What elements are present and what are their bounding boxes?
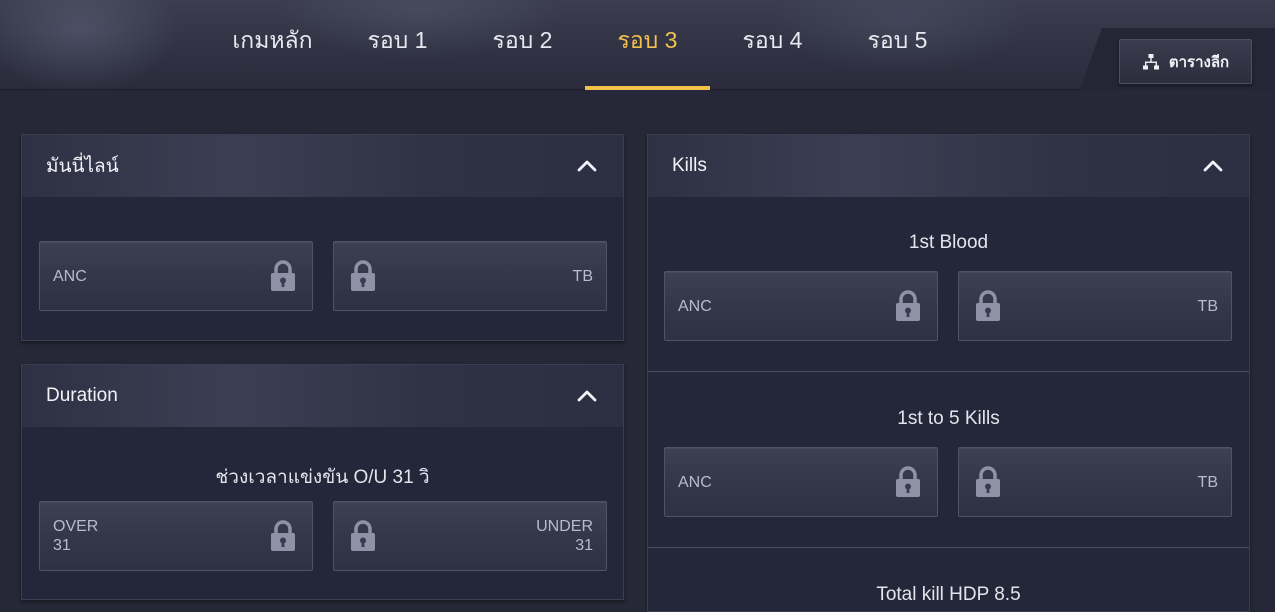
header-bar: เกมหลัก รอบ 1 รอบ 2 รอบ 3 รอบ 4 รอบ 5 ตา… [0, 0, 1275, 90]
lock-icon [349, 520, 377, 552]
kills-panel: Kills 1st Blood ANC TB 1st to 5 Kills AN… [647, 134, 1250, 612]
tab-label: รอบ 5 [867, 27, 928, 53]
tab-label: เกมหลัก [232, 27, 313, 53]
tab-round-5[interactable]: รอบ 5 [835, 0, 960, 90]
bet-option-label: UNDER [536, 518, 593, 535]
kills-panel-header[interactable]: Kills [648, 135, 1249, 197]
duration-panel: Duration ช่วงเวลาแข่งขัน O/U 31 วิ OVER … [21, 364, 624, 600]
panel-title: Kills [672, 155, 707, 176]
round-tabs: เกมหลัก รอบ 1 รอบ 2 รอบ 3 รอบ 4 รอบ 5 [210, 0, 960, 90]
first-blood-title: 1st Blood [908, 232, 989, 253]
tab-round-1[interactable]: รอบ 1 [335, 0, 460, 90]
moneyline-panel: มันนี่ไลน์ ANC TB [21, 134, 624, 341]
tab-label: รอบ 1 [367, 27, 428, 53]
bet-option-anc[interactable]: ANC [664, 447, 938, 517]
bet-option-anc[interactable]: ANC [39, 241, 313, 311]
panel-title: มันนี่ไลน์ [46, 156, 119, 177]
lock-icon [269, 260, 297, 292]
bet-option-label: TB [1197, 298, 1218, 315]
lock-icon [894, 290, 922, 322]
duration-panel-header[interactable]: Duration [22, 365, 623, 427]
bet-option-tb[interactable]: TB [958, 271, 1232, 341]
total-kill-hdp-title: Total kill HDP 8.5 [876, 584, 1021, 605]
section-divider [648, 547, 1249, 548]
panel-title: Duration [46, 385, 118, 406]
tab-label: รอบ 2 [492, 27, 553, 53]
bet-option-under[interactable]: UNDER 31 [333, 501, 607, 571]
bet-option-value: 31 [575, 537, 593, 554]
chevron-up-icon[interactable] [1201, 154, 1225, 178]
tab-round-4[interactable]: รอบ 4 [710, 0, 835, 90]
tab-main-game[interactable]: เกมหลัก [210, 0, 335, 90]
bet-option-label: ANC [678, 298, 712, 315]
first-to-5-title: 1st to 5 Kills [897, 408, 1000, 429]
bet-option-label: TB [1197, 474, 1218, 491]
bet-option-anc[interactable]: ANC [664, 271, 938, 341]
bet-option-label: OVER [53, 518, 99, 535]
tab-label: รอบ 3 [617, 27, 678, 53]
duration-subtitle: ช่วงเวลาแข่งขัน O/U 31 วิ [215, 467, 430, 488]
bet-option-label: TB [572, 268, 593, 285]
bracket-button-label: ตารางลีก [1168, 53, 1230, 71]
lock-icon [974, 290, 1002, 322]
bet-option-tb[interactable]: TB [333, 241, 607, 311]
chevron-up-icon[interactable] [575, 384, 599, 408]
lock-icon [974, 466, 1002, 498]
bet-option-value: 31 [53, 537, 71, 554]
bracket-button[interactable]: ตารางลีก [1119, 39, 1252, 84]
moneyline-panel-header[interactable]: มันนี่ไลน์ [22, 135, 623, 197]
bet-option-tb[interactable]: TB [958, 447, 1232, 517]
section-divider [648, 371, 1249, 372]
tab-label: รอบ 4 [742, 27, 803, 53]
lock-icon [349, 260, 377, 292]
bet-option-label: ANC [53, 268, 87, 285]
bet-option-label: ANC [678, 474, 712, 491]
lock-icon [269, 520, 297, 552]
lock-icon [894, 466, 922, 498]
bracket-icon [1142, 53, 1159, 69]
tab-round-2[interactable]: รอบ 2 [460, 0, 585, 90]
chevron-up-icon[interactable] [575, 154, 599, 178]
tab-round-3[interactable]: รอบ 3 [585, 0, 710, 90]
bet-option-over[interactable]: OVER 31 [39, 501, 313, 571]
